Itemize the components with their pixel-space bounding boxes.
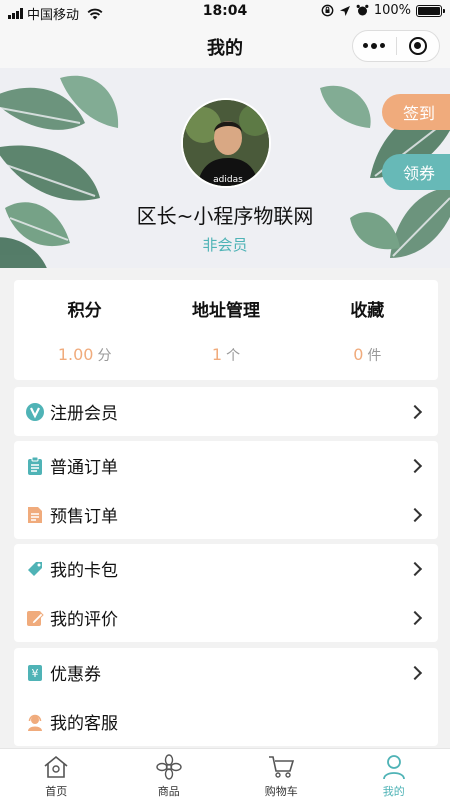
stat-points[interactable]: 积分 1.00 分 (14, 280, 155, 380)
profile-banner: adidas 区长~小程序物联网 非会员 签到 领券 (0, 68, 450, 268)
stat-unit: 件 (367, 348, 382, 364)
customer-service-label: 我的客服 (50, 714, 118, 734)
stat-number: 0 (353, 345, 364, 364)
miniprogram-capsule (352, 30, 440, 62)
chevron-right-icon (407, 507, 423, 522)
tab-products[interactable]: 商品 (113, 749, 226, 800)
battery-percent: 100% (373, 3, 411, 18)
menu-group-cards: 我的卡包 我的评价 (14, 544, 438, 642)
clipboard-icon (26, 456, 44, 475)
stat-unit: 个 (226, 348, 241, 364)
presale-orders-row[interactable]: 预售订单 (14, 490, 438, 539)
member-status: 非会员 (202, 236, 248, 254)
chevron-right-icon (407, 404, 423, 419)
cart-icon (267, 753, 295, 781)
stat-value: 1.00 分 (14, 345, 155, 365)
edit-icon (26, 609, 44, 627)
register-member-label: 注册会员 (50, 404, 118, 424)
normal-orders-label: 普通订单 (50, 458, 118, 478)
stat-value: 1个 (155, 345, 296, 365)
username: 区长~小程序物联网 (136, 204, 314, 228)
tab-mine[interactable]: 我的 (338, 749, 450, 800)
nav-bar: 我的 (0, 24, 450, 68)
bottom-tab-bar: 首页 商品 购物车 我的 (0, 748, 450, 800)
status-right: 100% (321, 3, 445, 18)
tag-icon (26, 560, 44, 578)
coupons-label: 优惠券 (50, 665, 101, 685)
menu-group-orders: 普通订单 预售订单 (14, 441, 438, 539)
my-reviews-row[interactable]: 我的评价 (14, 593, 438, 642)
register-member-row[interactable]: 注册会员 (14, 387, 438, 436)
tab-home[interactable]: 首页 (0, 749, 113, 800)
member-v-icon (26, 402, 44, 421)
avatar-photo: adidas (183, 100, 269, 186)
stat-label: 收藏 (350, 301, 385, 321)
my-reviews-label: 我的评价 (50, 610, 118, 630)
tab-cart[interactable]: 购物车 (225, 749, 338, 800)
user-icon (380, 753, 408, 781)
coupons-row[interactable]: ¥ 优惠券 (14, 648, 438, 697)
chevron-right-icon (407, 610, 423, 625)
tab-label: 购物车 (264, 785, 298, 798)
shirt-logo-text: adidas (213, 175, 243, 185)
tab-label: 商品 (157, 785, 180, 798)
card-wallet-row[interactable]: 我的卡包 (14, 544, 438, 593)
presale-orders-label: 预售订单 (50, 507, 118, 527)
more-options-icon[interactable] (353, 43, 396, 49)
stat-address[interactable]: 地址管理 1个 (155, 280, 296, 380)
stat-number: 1.00 (57, 345, 94, 364)
rotation-lock-icon (321, 4, 334, 17)
card-wallet-label: 我的卡包 (50, 561, 118, 581)
chevron-right-icon (407, 458, 423, 473)
stat-value: 0件 (297, 345, 438, 365)
flower-icon (155, 753, 183, 781)
chevron-right-icon (407, 561, 423, 576)
sign-in-button[interactable]: 签到 (382, 94, 450, 130)
battery-icon (416, 4, 445, 17)
headset-user-icon (26, 713, 44, 731)
get-coupon-button[interactable]: 领券 (382, 154, 450, 190)
stats-card: 积分 1.00 分 地址管理 1个 收藏 0件 (14, 280, 438, 380)
svg-text:¥: ¥ (32, 667, 39, 680)
tab-label: 我的 (382, 785, 405, 798)
alarm-icon (356, 4, 369, 16)
home-icon (42, 753, 70, 781)
close-miniprogram-icon[interactable] (397, 37, 440, 55)
normal-orders-row[interactable]: 普通订单 (14, 441, 438, 490)
document-icon (26, 506, 44, 524)
yen-coupon-icon: ¥ (26, 664, 44, 682)
stat-favorites[interactable]: 收藏 0件 (297, 280, 438, 380)
menu-group-service: ¥ 优惠券 我的客服 (14, 648, 438, 746)
stat-label: 积分 (67, 301, 102, 321)
status-bar: 中国移动 18:04 100% (0, 0, 450, 24)
tab-label: 首页 (45, 785, 68, 798)
stat-label: 地址管理 (191, 301, 260, 321)
avatar[interactable]: adidas (181, 98, 271, 188)
stat-unit: 分 (97, 348, 112, 364)
stat-number: 1 (211, 345, 223, 364)
location-arrow-icon (339, 5, 350, 16)
battery-fill (418, 6, 440, 15)
menu-group-member: 注册会员 (14, 387, 438, 436)
customer-service-row[interactable]: 我的客服 (14, 697, 438, 746)
chevron-right-icon (407, 665, 423, 680)
